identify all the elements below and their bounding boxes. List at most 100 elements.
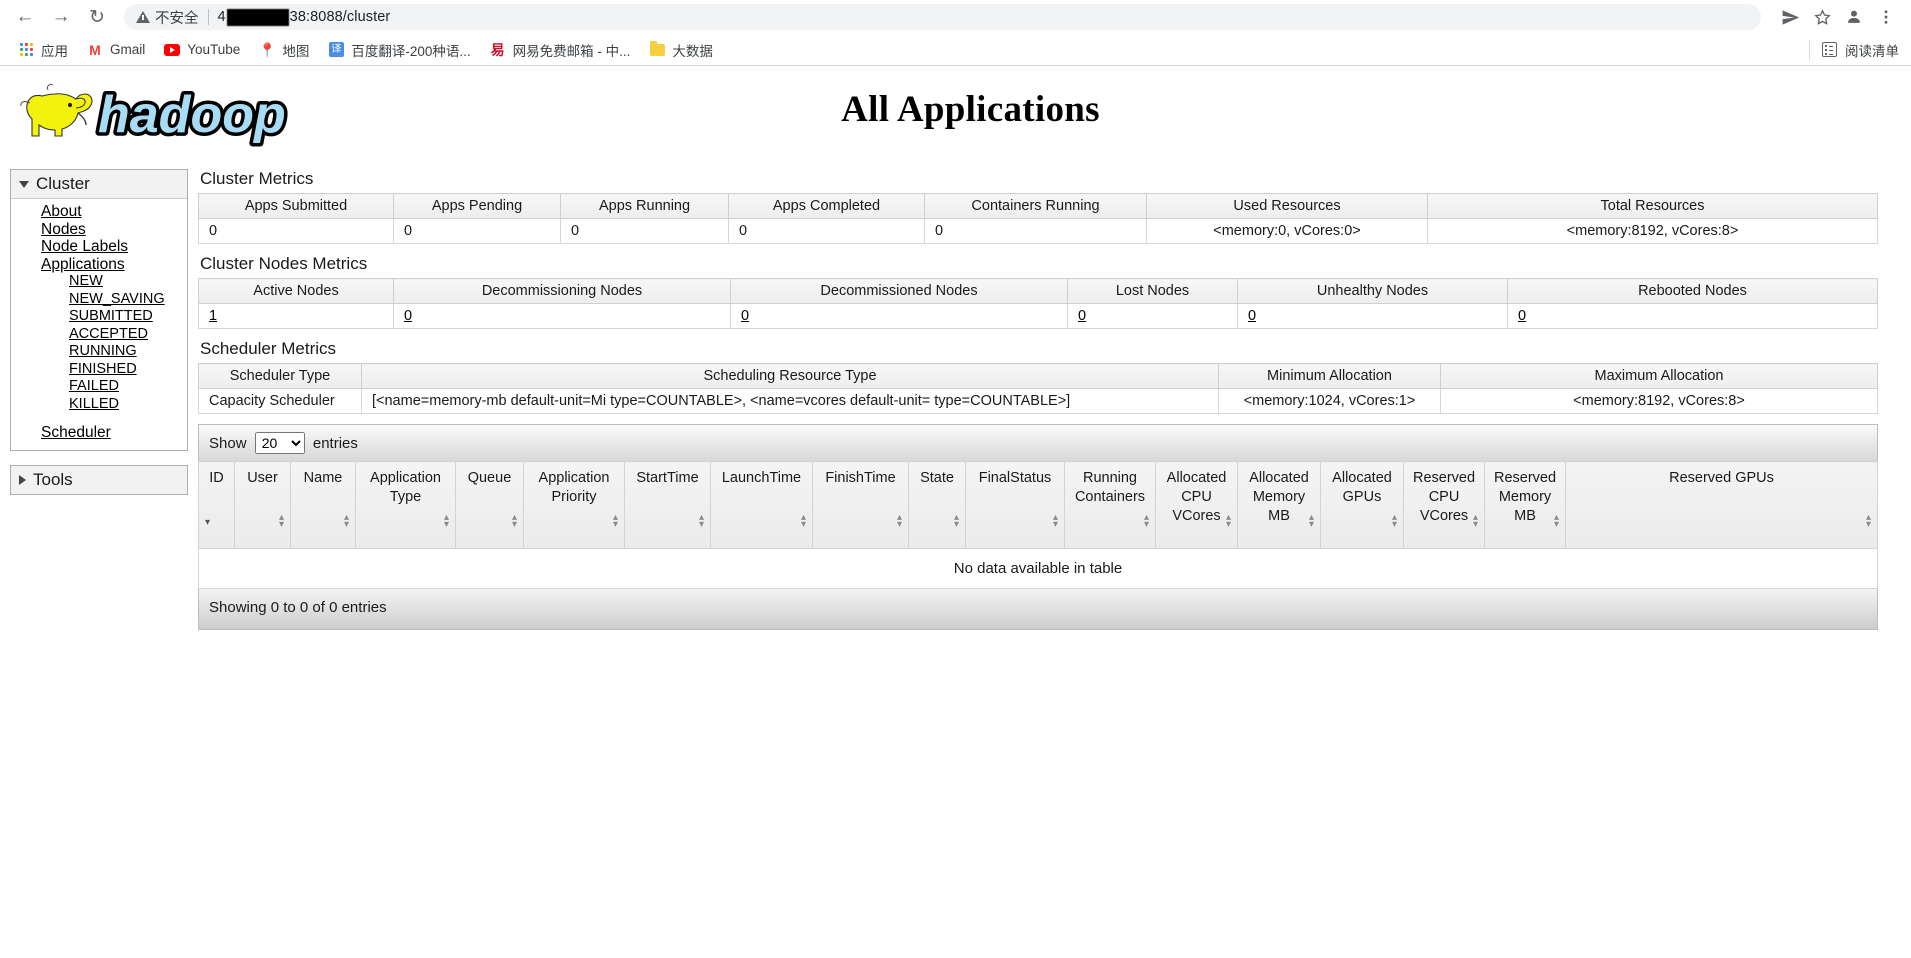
sort-icon[interactable]: ▴ ▾ [699,513,704,530]
col-label: Allocated CPU VCores [1166,470,1227,524]
bookmark-youtube[interactable]: YouTube [155,38,249,62]
col-lost-nodes: Lost Nodes [1067,278,1238,304]
col-state[interactable]: State ▴ ▾ [908,461,966,549]
col-label: FinalStatus [978,470,1052,486]
cluster-metrics-table: Apps Submitted Apps Pending Apps Running… [198,193,1878,244]
col-reserved-gpus[interactable]: Reserved GPUs ▴ ▾ [1565,461,1878,549]
forward-icon[interactable]: → [46,2,76,32]
sidebar-panel-tools: Tools [10,464,188,495]
cell-active-nodes[interactable]: 1 [209,308,217,324]
sidebar-item-state-accepted[interactable]: ACCEPTED [11,326,148,344]
col-name[interactable]: Name ▴ ▾ [290,461,356,549]
col-allocated-gpus[interactable]: Allocated GPUs ▴ ▾ [1320,461,1404,549]
sort-icon[interactable]: ▴ ▾ [1392,513,1397,530]
share-icon[interactable] [1775,2,1805,32]
sort-icon[interactable]: ▴ ▾ [613,513,618,530]
back-icon[interactable]: ← [10,2,40,32]
cell-rebooted-nodes[interactable]: 0 [1518,308,1526,324]
bookmark-maps[interactable]: 📍 地图 [250,36,318,64]
bookmark-baidu-translate[interactable]: 译 百度翻译-200种语... [319,36,479,64]
sort-icon[interactable]: ▴ ▾ [1144,513,1149,530]
page-content: hadoop hadoop All Applications Cluster A… [0,66,1911,958]
baidu-translate-icon: 译 [328,42,344,58]
col-label: ID [209,470,224,486]
entries-label: entries [312,435,358,452]
col-label: StartTime [636,470,699,486]
reload-icon[interactable]: ↻ [82,2,112,32]
cluster-metrics-title: Cluster Metrics [200,169,314,188]
col-used-resources: Used Resources [1146,193,1428,219]
col-label: Reserved GPUs [1669,470,1774,486]
col-minimum-allocation: Minimum Allocation [1218,363,1441,389]
bookmark-apps[interactable]: 应用 [9,36,77,64]
col-allocated-cpu-vcores[interactable]: Allocated CPU VCores ▴ ▾ [1155,461,1238,549]
profile-icon[interactable] [1839,2,1869,32]
col-application-priority[interactable]: Application Priority ▴ ▾ [523,461,625,549]
sort-desc-icon[interactable]: ▾ [205,518,210,528]
sort-icon[interactable]: ▴ ▾ [1053,513,1058,530]
sidebar-item-state-failed[interactable]: FAILED [11,378,119,396]
sidebar-item-scheduler[interactable]: Scheduler [11,424,111,442]
maps-icon: 📍 [258,41,277,58]
col-launchtime[interactable]: LaunchTime ▴ ▾ [710,461,813,549]
col-finalstatus[interactable]: FinalStatus ▴ ▾ [965,461,1065,549]
sort-icon[interactable]: ▴ ▾ [897,513,902,530]
col-queue[interactable]: Queue ▴ ▾ [455,461,524,549]
col-finishtime[interactable]: FinishTime ▴ ▾ [812,461,909,549]
cell-decommissioned-nodes[interactable]: 0 [741,308,749,324]
sort-icon[interactable]: ▴ ▾ [1226,513,1231,530]
sort-icon[interactable]: ▴ ▾ [1866,513,1871,530]
bookmark-bigdata-folder[interactable]: 大数据 [640,36,722,64]
cell-apps-running: 0 [560,218,729,244]
sort-icon[interactable]: ▴ ▾ [512,513,517,530]
security-warning[interactable]: 不安全 [136,7,199,28]
col-running-containers[interactable]: Running Containers ▴ ▾ [1064,461,1156,549]
bookmark-gmail[interactable]: M Gmail [78,38,154,62]
col-id[interactable]: ID ▾ [198,461,235,549]
sidebar-item-about[interactable]: About [11,203,82,221]
star-icon[interactable] [1807,2,1837,32]
url-suffix: 38:8088/cluster [289,9,391,25]
sidebar-item-state-new-saving[interactable]: NEW_SAVING [11,291,165,309]
sidebar-item-state-new[interactable]: NEW [11,273,103,291]
toolbar-icons [1775,2,1901,32]
address-bar[interactable]: 不安全 4 38:8088/cluster [124,4,1761,30]
sidebar-item-applications[interactable]: Applications [11,256,125,274]
cell-decommissioning-nodes[interactable]: 0 [404,308,412,324]
netease-mail-icon: 易 [490,41,505,58]
sort-icon[interactable]: ▴ ▾ [444,513,449,530]
sort-icon[interactable]: ▴ ▾ [954,513,959,530]
cell-lost-nodes[interactable]: 0 [1078,308,1086,324]
col-decommissioning-nodes: Decommissioning Nodes [393,278,731,304]
more-vertical-icon[interactable] [1871,2,1901,32]
sort-icon[interactable]: ▴ ▾ [344,513,349,530]
sidebar-item-nodes[interactable]: Nodes [11,221,86,239]
sidebar-item-state-running[interactable]: RUNNING [11,343,137,361]
sort-icon[interactable]: ▴ ▾ [1554,513,1559,530]
sort-icon[interactable]: ▴ ▾ [801,513,806,530]
sort-icon[interactable]: ▴ ▾ [279,513,284,530]
sidebar-item-state-finished[interactable]: FINISHED [11,361,137,379]
reading-list-icon [1822,42,1837,57]
col-maximum-allocation: Maximum Allocation [1440,363,1878,389]
cluster-nodes-metrics-title: Cluster Nodes Metrics [200,254,368,273]
sidebar-item-state-submitted[interactable]: SUBMITTED [11,308,153,326]
col-reserved-memory-mb[interactable]: Reserved Memory MB ▴ ▾ [1484,461,1566,549]
col-allocated-memory-mb[interactable]: Allocated Memory MB ▴ ▾ [1237,461,1321,549]
col-user[interactable]: User ▴ ▾ [234,461,291,549]
sidebar-tools-header[interactable]: Tools [11,465,187,494]
cell-unhealthy-nodes[interactable]: 0 [1248,308,1256,324]
bookmark-label: 地图 [282,43,310,59]
sidebar-item-node-labels[interactable]: Node Labels [11,238,128,256]
page-size-select[interactable]: 20 40 60 80 100 [254,432,305,454]
sidebar-item-state-killed[interactable]: KILLED [11,396,119,414]
chevron-right-icon [19,474,26,485]
reading-list-button[interactable]: 阅读清单 [1809,39,1899,60]
col-application-type[interactable]: Application Type ▴ ▾ [355,461,456,549]
col-starttime[interactable]: StartTime ▴ ▾ [624,461,711,549]
sort-icon[interactable]: ▴ ▾ [1309,513,1314,530]
bookmark-netease-mail[interactable]: 易 网易免费邮箱 - 中... [481,36,640,64]
sort-icon[interactable]: ▴ ▾ [1473,513,1478,530]
col-reserved-cpu-vcores[interactable]: Reserved CPU VCores ▴ ▾ [1403,461,1485,549]
sidebar-cluster-header[interactable]: Cluster [11,170,187,199]
